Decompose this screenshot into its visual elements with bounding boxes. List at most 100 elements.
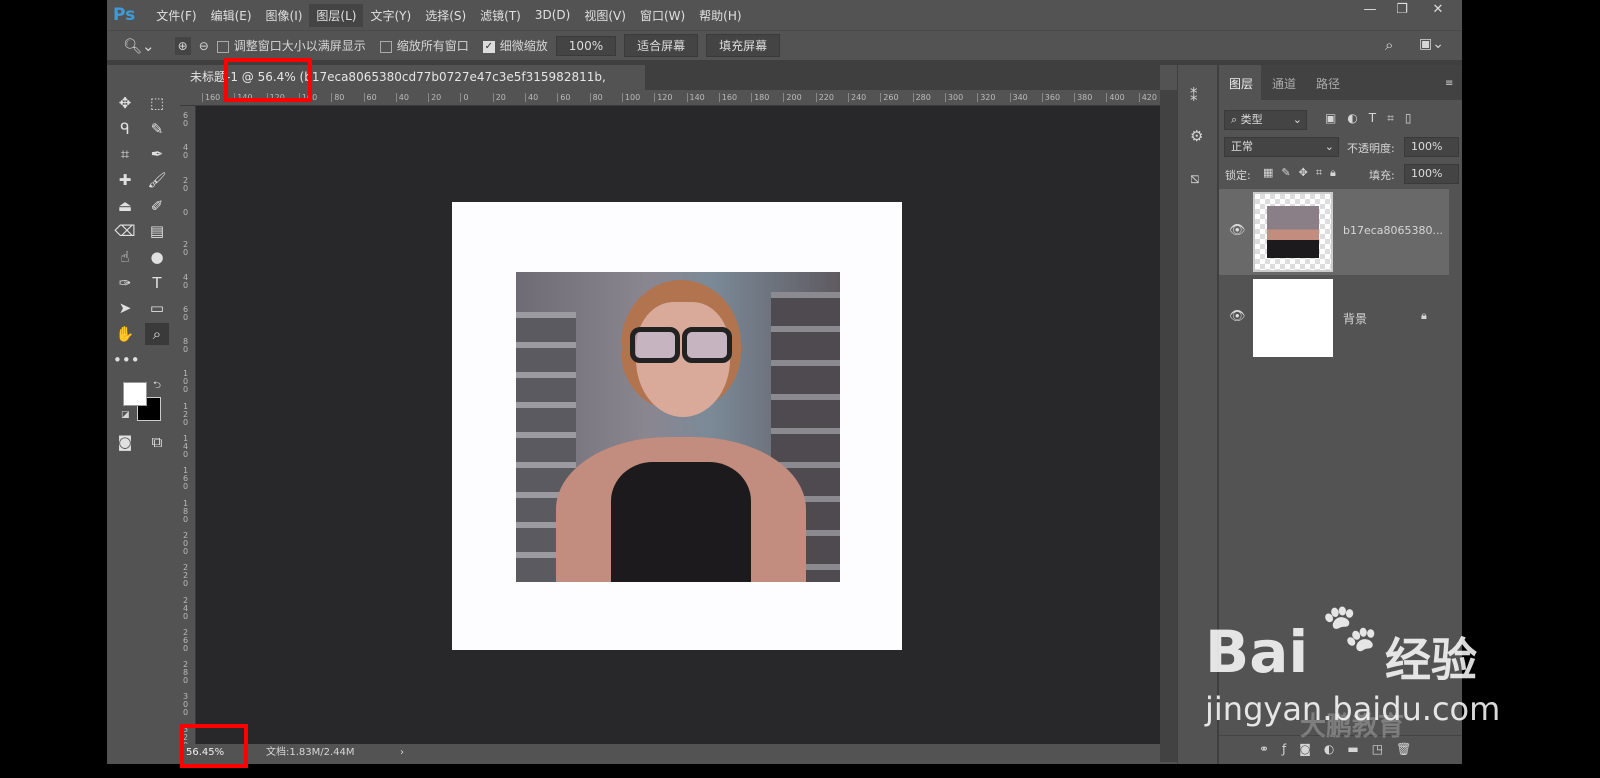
- restore-button[interactable]: ❐: [1387, 0, 1417, 22]
- ruler-label: 20: [428, 93, 441, 102]
- paw-icon: 🐾︎: [1318, 600, 1382, 658]
- eyedropper-icon[interactable]: ✒: [145, 143, 169, 165]
- layer-filter-select[interactable]: ⌕ 类型 ⌄: [1224, 110, 1307, 130]
- paths-panel-icon[interactable]: ⧅: [1190, 169, 1200, 187]
- menu-file[interactable]: 文件(F): [149, 4, 203, 27]
- history-panel-icon[interactable]: ⁑: [1190, 87, 1198, 105]
- ruler-label: 340: [1009, 93, 1028, 102]
- resize-windows-checkbox[interactable]: 调整窗口大小以满屏显示: [216, 37, 366, 54]
- menu-layer[interactable]: 图层(L): [309, 3, 364, 27]
- ruler-label: 80: [331, 93, 344, 102]
- ruler-label: 160: [183, 466, 189, 492]
- dodge-tool-icon[interactable]: ●: [145, 246, 169, 268]
- path-select-icon[interactable]: ➤: [113, 297, 137, 319]
- type-tool-icon[interactable]: T: [145, 272, 169, 294]
- workspace-icon[interactable]: ▣⌄: [1419, 36, 1444, 52]
- ruler-label: 160: [718, 93, 737, 102]
- ruler-label: 240: [183, 595, 189, 621]
- panel-menu-icon[interactable]: ≡: [1445, 78, 1453, 89]
- menu-help[interactable]: 帮助(H): [692, 4, 748, 27]
- visibility-eye-icon[interactable]: 👁︎: [1229, 223, 1246, 238]
- default-colors-icon[interactable]: ◪: [121, 410, 130, 420]
- menu-3d[interactable]: 3D(D): [528, 5, 577, 25]
- blend-mode-select[interactable]: 正常 ⌄: [1224, 137, 1339, 157]
- menu-edit[interactable]: 编辑(E): [204, 4, 259, 27]
- ruler-label: 40: [183, 143, 189, 161]
- screen-mode-icon[interactable]: ⧉: [145, 431, 169, 453]
- fit-screen-button[interactable]: 适合屏幕: [624, 34, 699, 57]
- ruler-label: 40: [183, 272, 189, 290]
- zoom-tool-icon[interactable]: ⌕: [145, 323, 169, 345]
- quick-mask-icon[interactable]: ◙: [113, 431, 137, 453]
- swap-colors-icon[interactable]: ⮌: [153, 378, 161, 395]
- layer-row-photo[interactable]: 👁︎ b17eca8065380...: [1219, 189, 1449, 275]
- search-icon[interactable]: ⌕: [1385, 36, 1393, 54]
- gradient-tool-icon[interactable]: ▤: [145, 220, 169, 242]
- ruler-label: 400: [1106, 93, 1125, 102]
- tab-layers[interactable]: 图层: [1229, 75, 1253, 92]
- zoom-out-icon[interactable]: ⊖: [199, 39, 209, 53]
- layer-name[interactable]: b17eca8065380...: [1343, 224, 1443, 237]
- marquee-tool-icon[interactable]: ⬚: [145, 92, 169, 114]
- menu-select[interactable]: 选择(S): [418, 4, 473, 27]
- ps-logo: Ps: [113, 5, 136, 25]
- fill-screen-button[interactable]: 填充屏幕: [706, 34, 781, 57]
- brush-tool-icon[interactable]: 🖌︎: [145, 169, 169, 191]
- filter-kind-icons[interactable]: ▣◐T⌗▯: [1325, 111, 1423, 126]
- layer-thumbnail: [1253, 192, 1333, 272]
- layer-actions-icons[interactable]: ⚭ƒ◙◐▬◳🗑︎: [1259, 742, 1424, 756]
- layer-name[interactable]: 背景: [1343, 310, 1367, 327]
- layer-row-background[interactable]: 👁︎ 背景 🔒︎: [1219, 277, 1449, 363]
- eraser-tool-icon[interactable]: ⌫: [113, 220, 137, 242]
- ruler-label: 360: [1041, 93, 1060, 102]
- layer-thumbnail: [1253, 279, 1333, 357]
- canvas-area[interactable]: [196, 106, 1160, 744]
- menu-window[interactable]: 窗口(W): [633, 4, 692, 27]
- scrubby-zoom-checkbox[interactable]: ✓ 细微缩放: [482, 37, 548, 54]
- lock-icons[interactable]: ▦✎✥⌗🔒︎: [1263, 166, 1344, 180]
- ruler-label: 200: [783, 93, 802, 102]
- stamp-tool-icon[interactable]: ⏏: [113, 195, 137, 217]
- vertical-ruler: 60 40 20 0 20 40 60 80 100 120 140 160 180 200 220 240 2…: [180, 106, 196, 749]
- ruler-label: 0: [183, 207, 189, 217]
- lasso-tool-icon[interactable]: ᑫ: [113, 118, 137, 140]
- opacity-label: 不透明度:: [1347, 142, 1395, 155]
- zoom-tool-icon[interactable]: 🔍︎⌄: [123, 37, 155, 55]
- photo-layer: [516, 272, 840, 582]
- history-brush-icon[interactable]: ✐: [145, 195, 169, 217]
- ruler-label: 320: [977, 93, 995, 102]
- document-canvas[interactable]: [452, 202, 902, 650]
- menu-image[interactable]: 图像(I): [259, 4, 310, 27]
- properties-panel-icon[interactable]: ⚙: [1190, 127, 1203, 145]
- vertical-scrollbar[interactable]: [1160, 90, 1177, 762]
- ruler-label: 140: [686, 93, 705, 102]
- rectangle-tool-icon[interactable]: ▭: [145, 297, 169, 319]
- menu-filter[interactable]: 滤镜(T): [473, 4, 528, 27]
- zoom-100-button[interactable]: 100%: [555, 35, 617, 56]
- tab-channels[interactable]: 通道: [1272, 75, 1296, 92]
- pen-tool-icon[interactable]: ✑: [113, 272, 137, 294]
- blur-tool-icon[interactable]: ☝: [113, 246, 137, 268]
- hand-tool-icon[interactable]: ✋: [113, 323, 137, 345]
- more-tools-icon[interactable]: •••: [113, 349, 140, 371]
- quick-select-icon[interactable]: ✎: [145, 118, 169, 140]
- foreground-color-swatch[interactable]: [123, 382, 147, 406]
- healing-brush-icon[interactable]: ✚: [113, 169, 137, 191]
- status-menu-arrow[interactable]: ›: [400, 744, 404, 762]
- zoom-all-checkbox[interactable]: 缩放所有窗口: [379, 37, 469, 54]
- menu-type[interactable]: 文字(Y): [363, 4, 418, 27]
- crop-tool-icon[interactable]: ⌗: [113, 143, 137, 165]
- tab-paths[interactable]: 路径: [1316, 75, 1340, 92]
- ruler-label: 0: [460, 93, 468, 102]
- close-button[interactable]: ✕: [1423, 0, 1453, 22]
- ruler-label: 100: [621, 93, 640, 102]
- visibility-eye-icon[interactable]: 👁︎: [1229, 309, 1246, 324]
- ruler-label: 100: [183, 369, 189, 395]
- fill-input[interactable]: 100%: [1404, 164, 1459, 184]
- opacity-input[interactable]: 100%: [1404, 137, 1459, 157]
- menu-view[interactable]: 视图(V): [577, 4, 633, 27]
- minimize-button[interactable]: —: [1355, 0, 1385, 22]
- zoom-in-icon[interactable]: ⊕: [174, 36, 191, 55]
- ruler-label: 280: [912, 93, 931, 102]
- move-tool-icon[interactable]: ✥: [113, 92, 137, 114]
